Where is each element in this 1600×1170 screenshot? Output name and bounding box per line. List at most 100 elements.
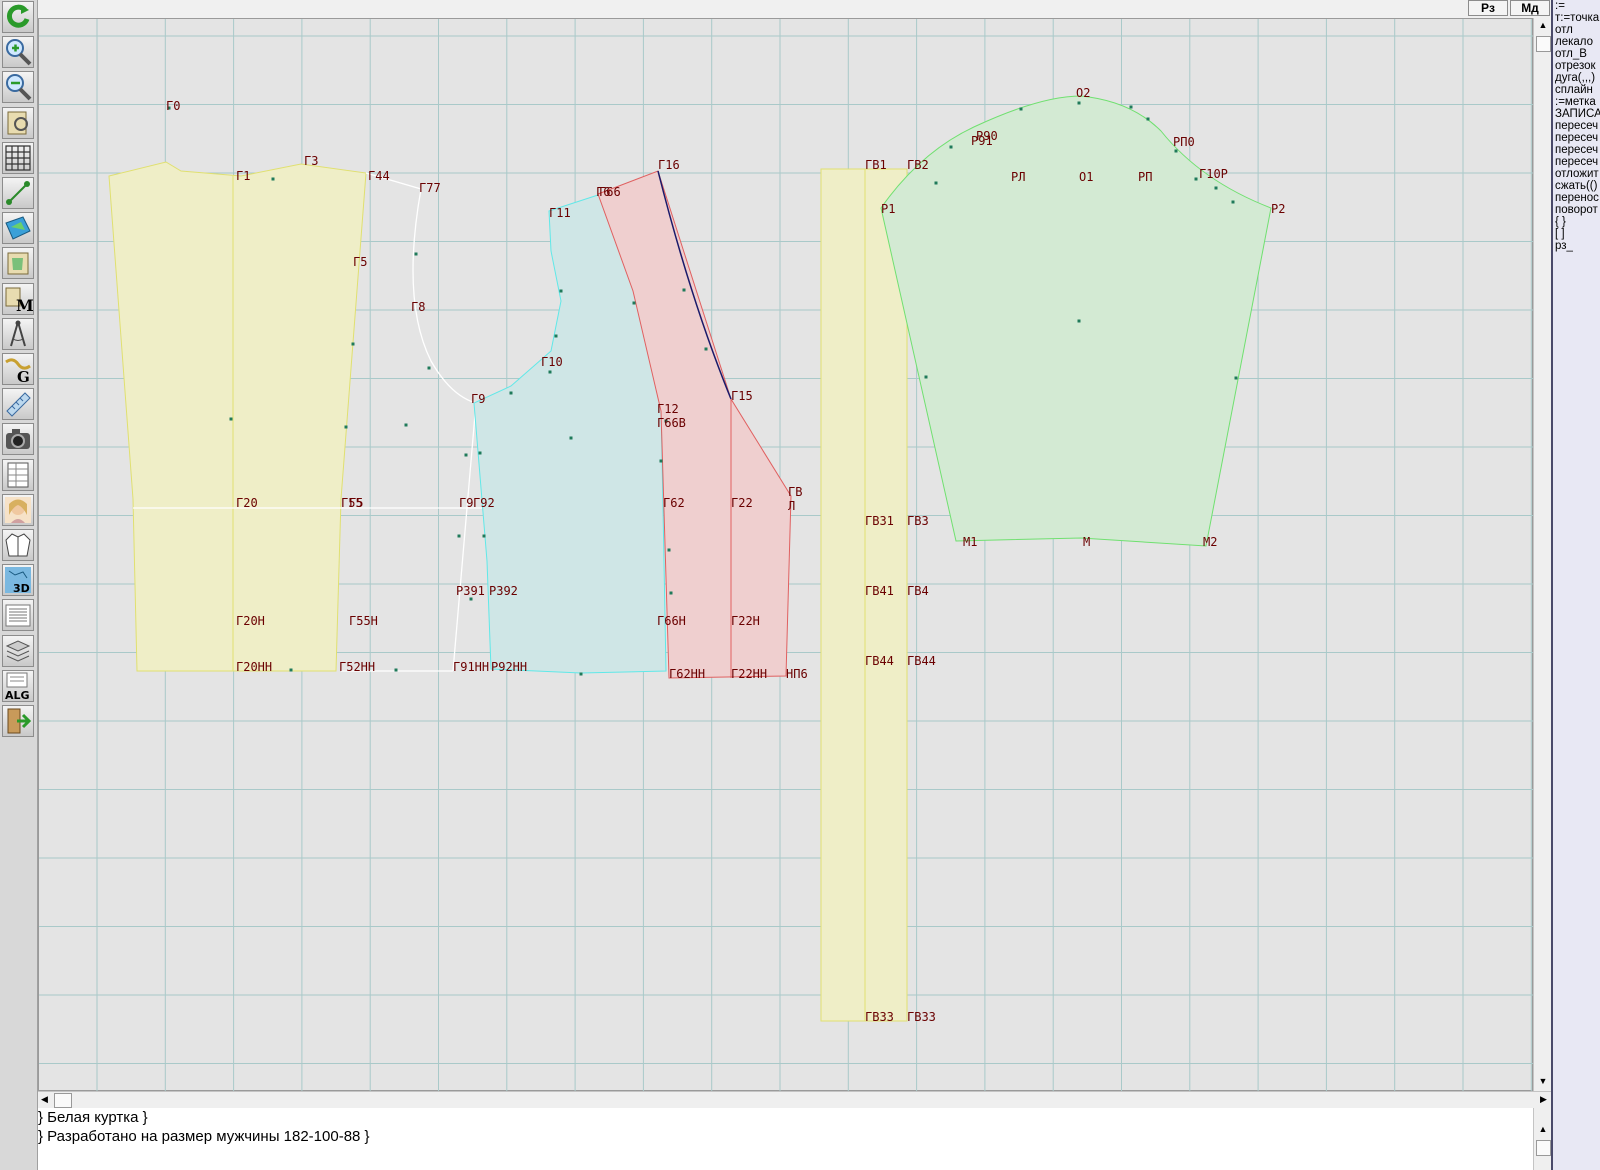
table-tool-button[interactable]	[2, 458, 34, 491]
svg-text:ALG: ALG	[5, 689, 30, 701]
point-label: Г5	[349, 496, 363, 510]
point-label: ГВ31	[865, 514, 894, 528]
scroll-right-icon[interactable]: ▶	[1540, 1094, 1547, 1105]
script-editor[interactable]: } Белая куртка } } Разработано на размер…	[38, 1108, 1533, 1170]
zoom-in-tool-button[interactable]	[2, 36, 34, 69]
jacket-tool-button[interactable]	[2, 529, 34, 561]
ruler-tool-icon	[6, 392, 31, 417]
editor-line-1: } Белая куртка }	[38, 1109, 148, 1126]
grid-tool-button[interactable]	[2, 141, 34, 174]
pattern-point	[682, 288, 686, 292]
zoom-pattern-tool-button[interactable]	[2, 106, 34, 139]
exit-tool-button[interactable]	[2, 705, 34, 737]
point-label: Г20Н	[236, 614, 265, 628]
pattern-point	[632, 301, 636, 305]
pattern-point	[924, 375, 928, 379]
command-item[interactable]: поворот	[1553, 204, 1600, 216]
zoom-out-tool-button[interactable]	[2, 71, 34, 104]
3d-tool-button[interactable]: 3D	[2, 564, 34, 597]
point-label: Г10Р	[1199, 167, 1228, 181]
line-tool-button[interactable]	[2, 177, 34, 209]
command-item[interactable]: пересеч	[1553, 144, 1600, 156]
scroll-left-icon[interactable]: ◀	[41, 1094, 48, 1105]
rz-button[interactable]: Рз	[1468, 0, 1508, 16]
hscroll-thumb[interactable]	[54, 1093, 72, 1108]
pattern-point	[554, 334, 558, 338]
command-item[interactable]: лекало	[1553, 36, 1600, 48]
svg-text:M: M	[16, 296, 33, 314]
pattern-point	[934, 181, 938, 185]
command-item[interactable]: т:=точка	[1553, 12, 1600, 24]
alg-tool-button[interactable]: ALG	[2, 669, 34, 702]
pattern-point	[1146, 117, 1150, 121]
pattern-point	[351, 342, 355, 346]
canvas-vertical-scrollbar[interactable]: ▲ ▼	[1533, 18, 1551, 1091]
point-label: М2	[1203, 535, 1217, 549]
pattern-point	[559, 289, 563, 293]
command-item[interactable]: ЗАПИСА	[1553, 108, 1600, 120]
map-tool-icon	[5, 216, 31, 240]
map-tool-button[interactable]	[2, 212, 34, 245]
point-label: Р2	[1271, 202, 1285, 216]
pattern-point	[667, 548, 671, 552]
ruler-tool-button[interactable]	[2, 388, 34, 421]
editor-scrollbar[interactable]: ▲	[1533, 1108, 1551, 1170]
command-item[interactable]: отл	[1553, 24, 1600, 36]
command-item[interactable]: пересеч	[1553, 156, 1600, 168]
document-tool-button[interactable]	[2, 599, 34, 632]
command-item[interactable]: :=	[1553, 0, 1600, 12]
scroll-down-icon[interactable]: ▼	[1534, 1076, 1552, 1086]
command-item[interactable]: [ ]	[1553, 228, 1600, 240]
command-item[interactable]: дуга(,,,)	[1553, 72, 1600, 84]
command-item[interactable]: сжать(()	[1553, 180, 1600, 192]
command-item[interactable]: отложит	[1553, 168, 1600, 180]
editor-scroll-up-icon[interactable]: ▲	[1534, 1124, 1552, 1134]
command-item[interactable]: { }	[1553, 216, 1600, 228]
point-label: Г62НН	[669, 667, 705, 681]
piece-tool-button[interactable]	[2, 247, 34, 280]
top-strip: Рз Мд	[38, 0, 1553, 18]
scroll-up-icon[interactable]: ▲	[1534, 20, 1552, 30]
point-label: Г66В	[657, 416, 686, 430]
camera-tool-button[interactable]	[2, 423, 34, 456]
point-label: Г55Н	[349, 614, 378, 628]
command-item[interactable]: сплайн	[1553, 84, 1600, 96]
refresh-tool-button[interactable]	[2, 1, 34, 33]
command-item[interactable]: отл_В	[1553, 48, 1600, 60]
pattern-point	[509, 391, 513, 395]
point-label: М1	[963, 535, 977, 549]
command-item[interactable]: отрезок	[1553, 60, 1600, 72]
grading-g-tool-button[interactable]: G	[2, 353, 34, 385]
command-item[interactable]: пересеч	[1553, 120, 1600, 132]
point-label: Р391	[456, 584, 485, 598]
editor-scroll-thumb[interactable]	[1536, 1140, 1551, 1156]
command-item[interactable]: пересеч	[1553, 132, 1600, 144]
table-tool-icon	[7, 462, 29, 488]
point-label: Р1	[881, 202, 895, 216]
command-item[interactable]: перенос	[1553, 192, 1600, 204]
canvas-horizontal-scrollbar[interactable]: ◀ ▶	[38, 1091, 1551, 1108]
scroll-thumb[interactable]	[1536, 36, 1551, 52]
measure-m-tool-button[interactable]: M	[2, 282, 34, 315]
zoom-in-tool-icon	[6, 39, 32, 66]
compass-w-tool-button[interactable]	[2, 317, 34, 350]
model-photo-tool-button[interactable]	[2, 493, 34, 526]
camera-tool-icon	[6, 429, 30, 450]
jacket-tool-icon	[5, 533, 31, 557]
pattern-canvas[interactable]: Г0 Г1 Г3 Г44 Г77 Г5 Г8 Г9 Г10 Г11 Г6 Г66 Г16 Г15 Г12 Г6…	[38, 18, 1534, 1092]
line-tool-icon	[6, 181, 30, 205]
command-panel: := т:=точка отл лекало отл_В отрезок дуга(,,,)…	[1551, 0, 1600, 1170]
pattern-point	[289, 668, 293, 672]
md-button[interactable]: Мд	[1510, 0, 1550, 16]
command-item[interactable]: рз_	[1553, 240, 1600, 252]
svg-text:G: G	[17, 368, 30, 384]
point-label: О1	[1079, 170, 1093, 184]
layers-tool-button[interactable]	[2, 634, 34, 667]
pattern-point	[704, 347, 708, 351]
point-label: Л	[788, 499, 795, 513]
point-label: ГВ3	[907, 514, 929, 528]
command-item[interactable]: :=метка	[1553, 96, 1600, 108]
point-label: Г52НН	[339, 660, 375, 674]
pattern-point	[1019, 107, 1023, 111]
point-label: Г9	[459, 496, 473, 510]
